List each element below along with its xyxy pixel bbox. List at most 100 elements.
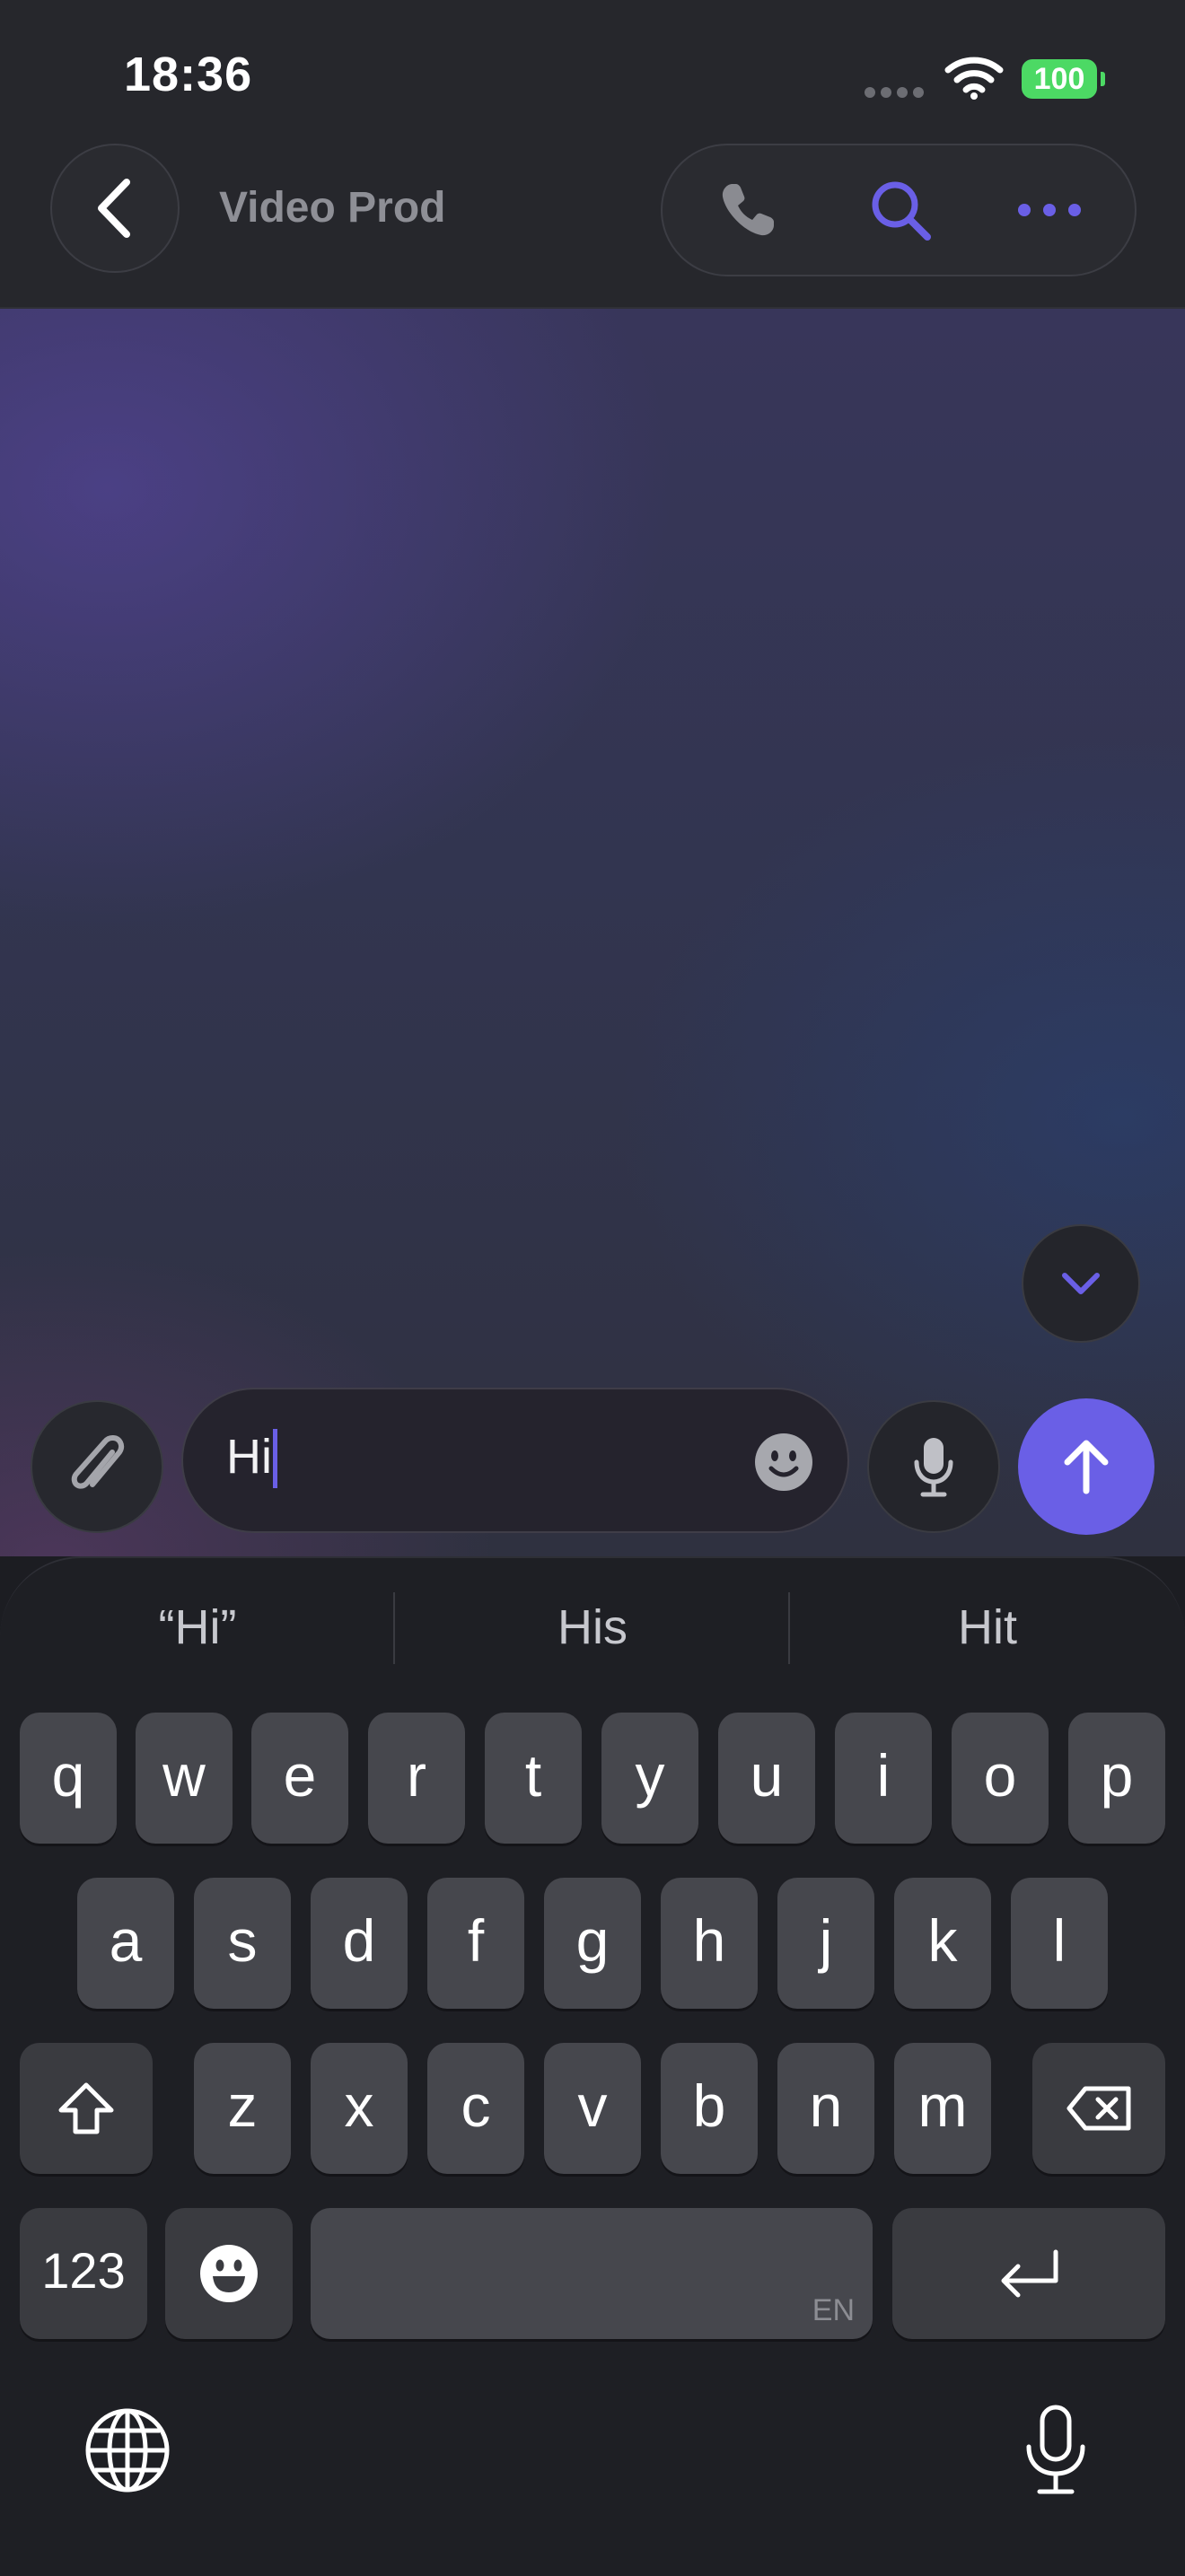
cellular-signal-icon (865, 87, 924, 98)
numbers-key-label: 123 (41, 2242, 126, 2299)
emoji-keyboard-key[interactable] (165, 2208, 293, 2339)
key-g[interactable]: g (544, 1878, 641, 2009)
key-label: d (342, 1907, 376, 1974)
return-icon (1001, 2249, 1058, 2298)
key-v[interactable]: v (544, 2043, 641, 2174)
battery-tip (1101, 72, 1105, 86)
key-label: u (750, 1742, 784, 1809)
key-label: y (635, 1742, 665, 1809)
key-w[interactable]: w (136, 1713, 233, 1844)
search-button[interactable] (833, 145, 968, 275)
key-label: s (227, 1907, 258, 1974)
voice-message-button[interactable] (867, 1400, 1000, 1533)
key-label: i (876, 1742, 891, 1809)
key-n[interactable]: n (777, 2043, 874, 2174)
message-input-text: Hi (226, 1430, 272, 1484)
more-button[interactable] (982, 145, 1117, 275)
key-label: w (162, 1742, 206, 1809)
arrow-up-icon (1064, 1440, 1109, 1494)
send-button[interactable] (1018, 1398, 1154, 1535)
key-u[interactable]: u (718, 1713, 815, 1844)
scroll-to-bottom-button[interactable] (1022, 1224, 1140, 1343)
key-t[interactable]: t (485, 1713, 582, 1844)
key-s[interactable]: s (194, 1878, 291, 2009)
key-label: g (575, 1907, 610, 1974)
search-icon (872, 181, 931, 241)
globe-icon (85, 2408, 170, 2493)
call-button[interactable] (680, 145, 815, 275)
backspace-key[interactable] (1032, 2043, 1165, 2174)
battery-level: 100 (1022, 59, 1097, 99)
space-key[interactable]: EN (311, 2208, 873, 2339)
key-label: t (524, 1742, 542, 1809)
key-r[interactable]: r (368, 1713, 465, 1844)
suggestion-1[interactable]: “Hi” (0, 1599, 395, 1655)
key-label: h (692, 1907, 726, 1974)
back-button[interactable] (50, 144, 180, 273)
shift-key[interactable] (20, 2043, 153, 2174)
phone-icon (722, 184, 774, 236)
chat-title[interactable]: Video Prod (219, 183, 446, 232)
suggestion-3[interactable]: Hit (790, 1599, 1185, 1655)
key-label: e (283, 1742, 317, 1809)
key-l[interactable]: l (1011, 1878, 1108, 2009)
keyboard: “Hi” His Hit q w e r t y u i o p a s d f… (0, 1556, 1185, 2576)
chevron-down-icon (1062, 1273, 1100, 1294)
backspace-icon (1066, 2086, 1131, 2131)
key-z[interactable]: z (194, 2043, 291, 2174)
keyboard-language-label: EN (812, 2293, 855, 2327)
top-bar: 18:36 100 Video Prod (0, 0, 1185, 309)
key-f[interactable]: f (427, 1878, 524, 2009)
numbers-key[interactable]: 123 (20, 2208, 147, 2339)
attach-button[interactable] (31, 1400, 163, 1533)
key-label: a (109, 1907, 143, 1974)
header-actions (661, 144, 1137, 276)
key-j[interactable]: j (777, 1878, 874, 2009)
key-p[interactable]: p (1068, 1713, 1165, 1844)
key-d[interactable]: d (311, 1878, 408, 2009)
key-a[interactable]: a (77, 1878, 174, 2009)
back-chevron-icon (98, 179, 130, 238)
key-label: r (407, 1742, 426, 1809)
key-label: c (461, 2072, 491, 2139)
key-h[interactable]: h (661, 1878, 758, 2009)
dictation-button[interactable] (1020, 2404, 1092, 2497)
globe-button[interactable] (84, 2407, 171, 2493)
key-label: b (692, 2072, 726, 2139)
key-x[interactable]: x (311, 2043, 408, 2174)
shift-icon (58, 2082, 114, 2134)
key-label: q (51, 1742, 85, 1809)
key-label: f (467, 1907, 485, 1974)
key-o[interactable]: o (952, 1713, 1049, 1844)
text-caret (273, 1429, 277, 1488)
key-label: z (227, 2072, 258, 2139)
key-m[interactable]: m (894, 2043, 991, 2174)
status-time: 18:36 (124, 48, 253, 101)
key-i[interactable]: i (835, 1713, 932, 1844)
key-label: m (917, 2072, 968, 2139)
key-label: n (809, 2072, 843, 2139)
key-y[interactable]: y (601, 1713, 698, 1844)
key-c[interactable]: c (427, 2043, 524, 2174)
key-label: j (819, 1907, 833, 1974)
emoji-button[interactable] (754, 1433, 813, 1492)
suggestion-2[interactable]: His (395, 1599, 790, 1655)
paperclip-icon (71, 1435, 125, 1489)
key-label: l (1052, 1907, 1066, 1974)
key-label: p (1100, 1742, 1134, 1809)
key-label: v (577, 2072, 608, 2139)
key-q[interactable]: q (20, 1713, 117, 1844)
key-label: o (983, 1742, 1017, 1809)
chat-background (0, 309, 1185, 1556)
return-key[interactable] (892, 2208, 1165, 2339)
emoji-icon (755, 1433, 812, 1491)
microphone-icon (914, 1438, 953, 1497)
wifi-icon (944, 57, 1004, 100)
key-b[interactable]: b (661, 2043, 758, 2174)
message-input[interactable]: Hi (181, 1388, 849, 1533)
microphone-icon (1026, 2405, 1085, 2494)
key-e[interactable]: e (251, 1713, 348, 1844)
key-label: x (344, 2072, 374, 2139)
key-k[interactable]: k (894, 1878, 991, 2009)
emoji-icon (200, 2245, 258, 2302)
